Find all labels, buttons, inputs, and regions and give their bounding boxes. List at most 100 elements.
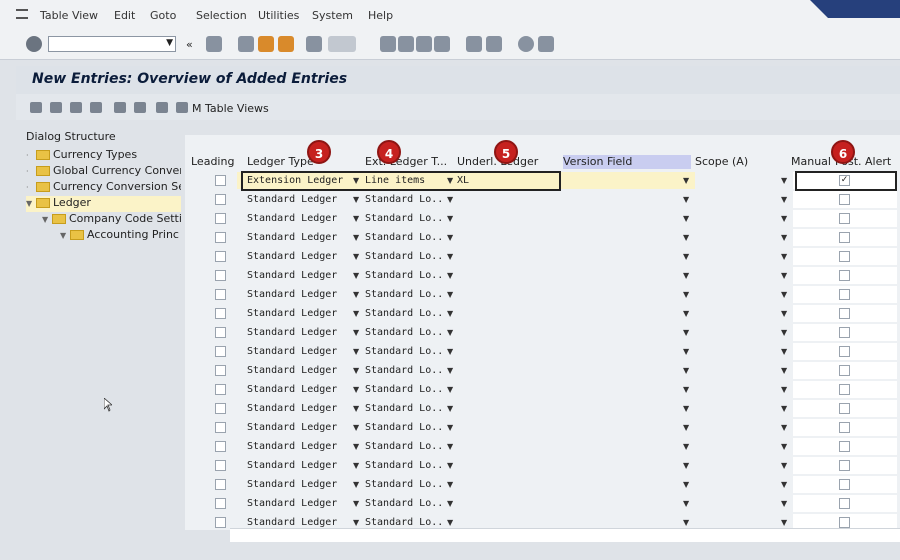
dropdown-arrow-icon[interactable]: ▼ xyxy=(447,382,453,397)
tree-node-global-currency[interactable]: · Global Currency Conversi xyxy=(26,164,181,180)
menu-help[interactable]: Help xyxy=(368,9,393,22)
menu-system[interactable]: System xyxy=(312,9,353,22)
dropdown-arrow-icon[interactable]: ▼ xyxy=(353,230,359,245)
ledger-type-field[interactable]: Standard Ledger xyxy=(247,458,349,473)
leading-checkbox[interactable] xyxy=(215,213,226,224)
ext-ledger-type-field[interactable]: Standard Lo... xyxy=(365,401,445,416)
ledger-type-field[interactable]: Standard Ledger xyxy=(247,306,349,321)
ext-ledger-type-field[interactable]: Standard Lo... xyxy=(365,439,445,454)
ext-ledger-type-field[interactable]: Standard Lo... xyxy=(365,287,445,302)
manual-checkbox[interactable] xyxy=(839,289,850,300)
dropdown-arrow-icon[interactable]: ▼ xyxy=(781,268,787,283)
menu-goto[interactable]: Goto xyxy=(150,9,176,22)
dropdown-arrow-icon[interactable]: ▼ xyxy=(683,496,689,511)
ext-ledger-type-field[interactable]: Standard Lo... xyxy=(365,363,445,378)
ledger-type-field[interactable]: Standard Ledger xyxy=(247,496,349,511)
dropdown-arrow-icon[interactable]: ▼ xyxy=(683,344,689,359)
leading-checkbox[interactable] xyxy=(215,308,226,319)
dropdown-arrow-icon[interactable]: ▼ xyxy=(781,401,787,416)
manual-checkbox[interactable] xyxy=(839,479,850,490)
undo-icon[interactable] xyxy=(90,102,102,113)
manual-checkbox[interactable] xyxy=(839,441,850,452)
exit-icon[interactable] xyxy=(258,36,274,52)
dropdown-arrow-icon[interactable]: ▼ xyxy=(683,382,689,397)
delete-icon[interactable] xyxy=(70,102,82,113)
ledger-type-field[interactable]: Standard Ledger xyxy=(247,477,349,492)
tree-node-currency-conversion[interactable]: · Currency Conversion Set xyxy=(26,180,181,196)
dropdown-arrow-icon[interactable]: ▼ xyxy=(683,287,689,302)
dropdown-arrow-icon[interactable]: ▼ xyxy=(353,192,359,207)
dropdown-arrow-icon[interactable]: ▼ xyxy=(781,496,787,511)
prev-page-icon[interactable] xyxy=(398,36,414,52)
dropdown-arrow-icon[interactable]: ▼ xyxy=(447,230,453,245)
col-version-field[interactable]: Version Field xyxy=(563,155,691,169)
menu-table-view[interactable]: Table View xyxy=(40,9,98,22)
manual-checkbox[interactable] xyxy=(839,517,850,528)
dropdown-arrow-icon[interactable]: ▼ xyxy=(683,420,689,435)
find-icon[interactable] xyxy=(328,36,356,52)
tree-node-currency-types[interactable]: · Currency Types xyxy=(26,148,181,164)
dropdown-arrow-icon[interactable]: ▼ xyxy=(447,306,453,321)
shortcut-icon[interactable] xyxy=(486,36,502,52)
ledger-type-field[interactable]: Standard Ledger xyxy=(247,344,349,359)
dropdown-arrow-icon[interactable]: ▼ xyxy=(781,287,787,302)
chevron-down-icon[interactable]: ▼ xyxy=(166,38,173,48)
ext-ledger-type-field[interactable]: Standard Lo... xyxy=(365,249,445,264)
dropdown-arrow-icon[interactable]: ▼ xyxy=(353,249,359,264)
dropdown-arrow-icon[interactable]: ▼ xyxy=(447,325,453,340)
enter-icon[interactable] xyxy=(26,36,42,52)
dropdown-arrow-icon[interactable]: ▼ xyxy=(353,268,359,283)
manual-checkbox[interactable] xyxy=(839,308,850,319)
menu-icon[interactable] xyxy=(16,9,28,19)
dropdown-arrow-icon[interactable]: ▼ xyxy=(353,382,359,397)
dropdown-arrow-icon[interactable]: ▼ xyxy=(683,211,689,226)
dropdown-arrow-icon[interactable]: ▼ xyxy=(447,401,453,416)
dropdown-arrow-icon[interactable]: ▼ xyxy=(683,477,689,492)
dropdown-arrow-icon[interactable]: ▼ xyxy=(781,477,787,492)
dropdown-arrow-icon[interactable]: ▼ xyxy=(353,306,359,321)
leading-checkbox[interactable] xyxy=(215,384,226,395)
ledger-type-field[interactable]: Standard Ledger xyxy=(247,382,349,397)
expand-arrow-icon[interactable]: ▼ xyxy=(42,215,52,224)
deselect-icon[interactable] xyxy=(156,102,168,113)
ext-ledger-type-field[interactable]: Standard Lo... xyxy=(365,211,445,226)
col-scope[interactable]: Scope (A) xyxy=(695,155,785,168)
dropdown-arrow-icon[interactable]: ▼ xyxy=(353,420,359,435)
ledger-type-field[interactable]: Standard Ledger xyxy=(247,401,349,416)
command-field[interactable]: ▼ xyxy=(48,36,176,52)
ledger-type-field[interactable]: Standard Ledger xyxy=(247,268,349,283)
ledger-type-field[interactable]: Standard Ledger xyxy=(247,420,349,435)
back-arrows-icon[interactable]: « xyxy=(186,38,193,51)
dropdown-arrow-icon[interactable]: ▼ xyxy=(447,477,453,492)
dropdown-arrow-icon[interactable]: ▼ xyxy=(781,173,787,188)
manual-checkbox[interactable] xyxy=(839,403,850,414)
menu-utilities[interactable]: Utilities xyxy=(258,9,299,22)
dropdown-arrow-icon[interactable]: ▼ xyxy=(353,439,359,454)
ext-ledger-type-field[interactable]: Standard Lo... xyxy=(365,306,445,321)
menu-selection[interactable]: Selection xyxy=(196,9,247,22)
dropdown-arrow-icon[interactable]: ▼ xyxy=(447,363,453,378)
ext-ledger-type-field[interactable]: Standard Lo... xyxy=(365,192,445,207)
dropdown-arrow-icon[interactable]: ▼ xyxy=(781,458,787,473)
dropdown-arrow-icon[interactable]: ▼ xyxy=(781,230,787,245)
col-leading[interactable]: Leading xyxy=(191,155,239,168)
manual-checkbox[interactable] xyxy=(839,365,850,376)
dropdown-arrow-icon[interactable]: ▼ xyxy=(781,192,787,207)
manual-checkbox[interactable] xyxy=(839,346,850,357)
ext-ledger-type-field[interactable]: Standard Lo... xyxy=(365,458,445,473)
leading-checkbox[interactable] xyxy=(215,289,226,300)
leading-checkbox[interactable] xyxy=(215,422,226,433)
ext-ledger-type-field[interactable]: Standard Lo... xyxy=(365,344,445,359)
manual-checkbox[interactable] xyxy=(839,327,850,338)
manual-checkbox[interactable] xyxy=(839,384,850,395)
ledger-type-field[interactable]: Standard Ledger xyxy=(247,439,349,454)
dropdown-arrow-icon[interactable]: ▼ xyxy=(683,401,689,416)
dropdown-arrow-icon[interactable]: ▼ xyxy=(447,420,453,435)
menu-edit[interactable]: Edit xyxy=(114,9,135,22)
next-page-icon[interactable] xyxy=(416,36,432,52)
ext-ledger-type-field[interactable]: Standard Lo... xyxy=(365,230,445,245)
dropdown-arrow-icon[interactable]: ▼ xyxy=(781,306,787,321)
dropdown-arrow-icon[interactable]: ▼ xyxy=(683,439,689,454)
ledger-type-field[interactable]: Standard Ledger xyxy=(247,230,349,245)
dropdown-arrow-icon[interactable]: ▼ xyxy=(781,249,787,264)
